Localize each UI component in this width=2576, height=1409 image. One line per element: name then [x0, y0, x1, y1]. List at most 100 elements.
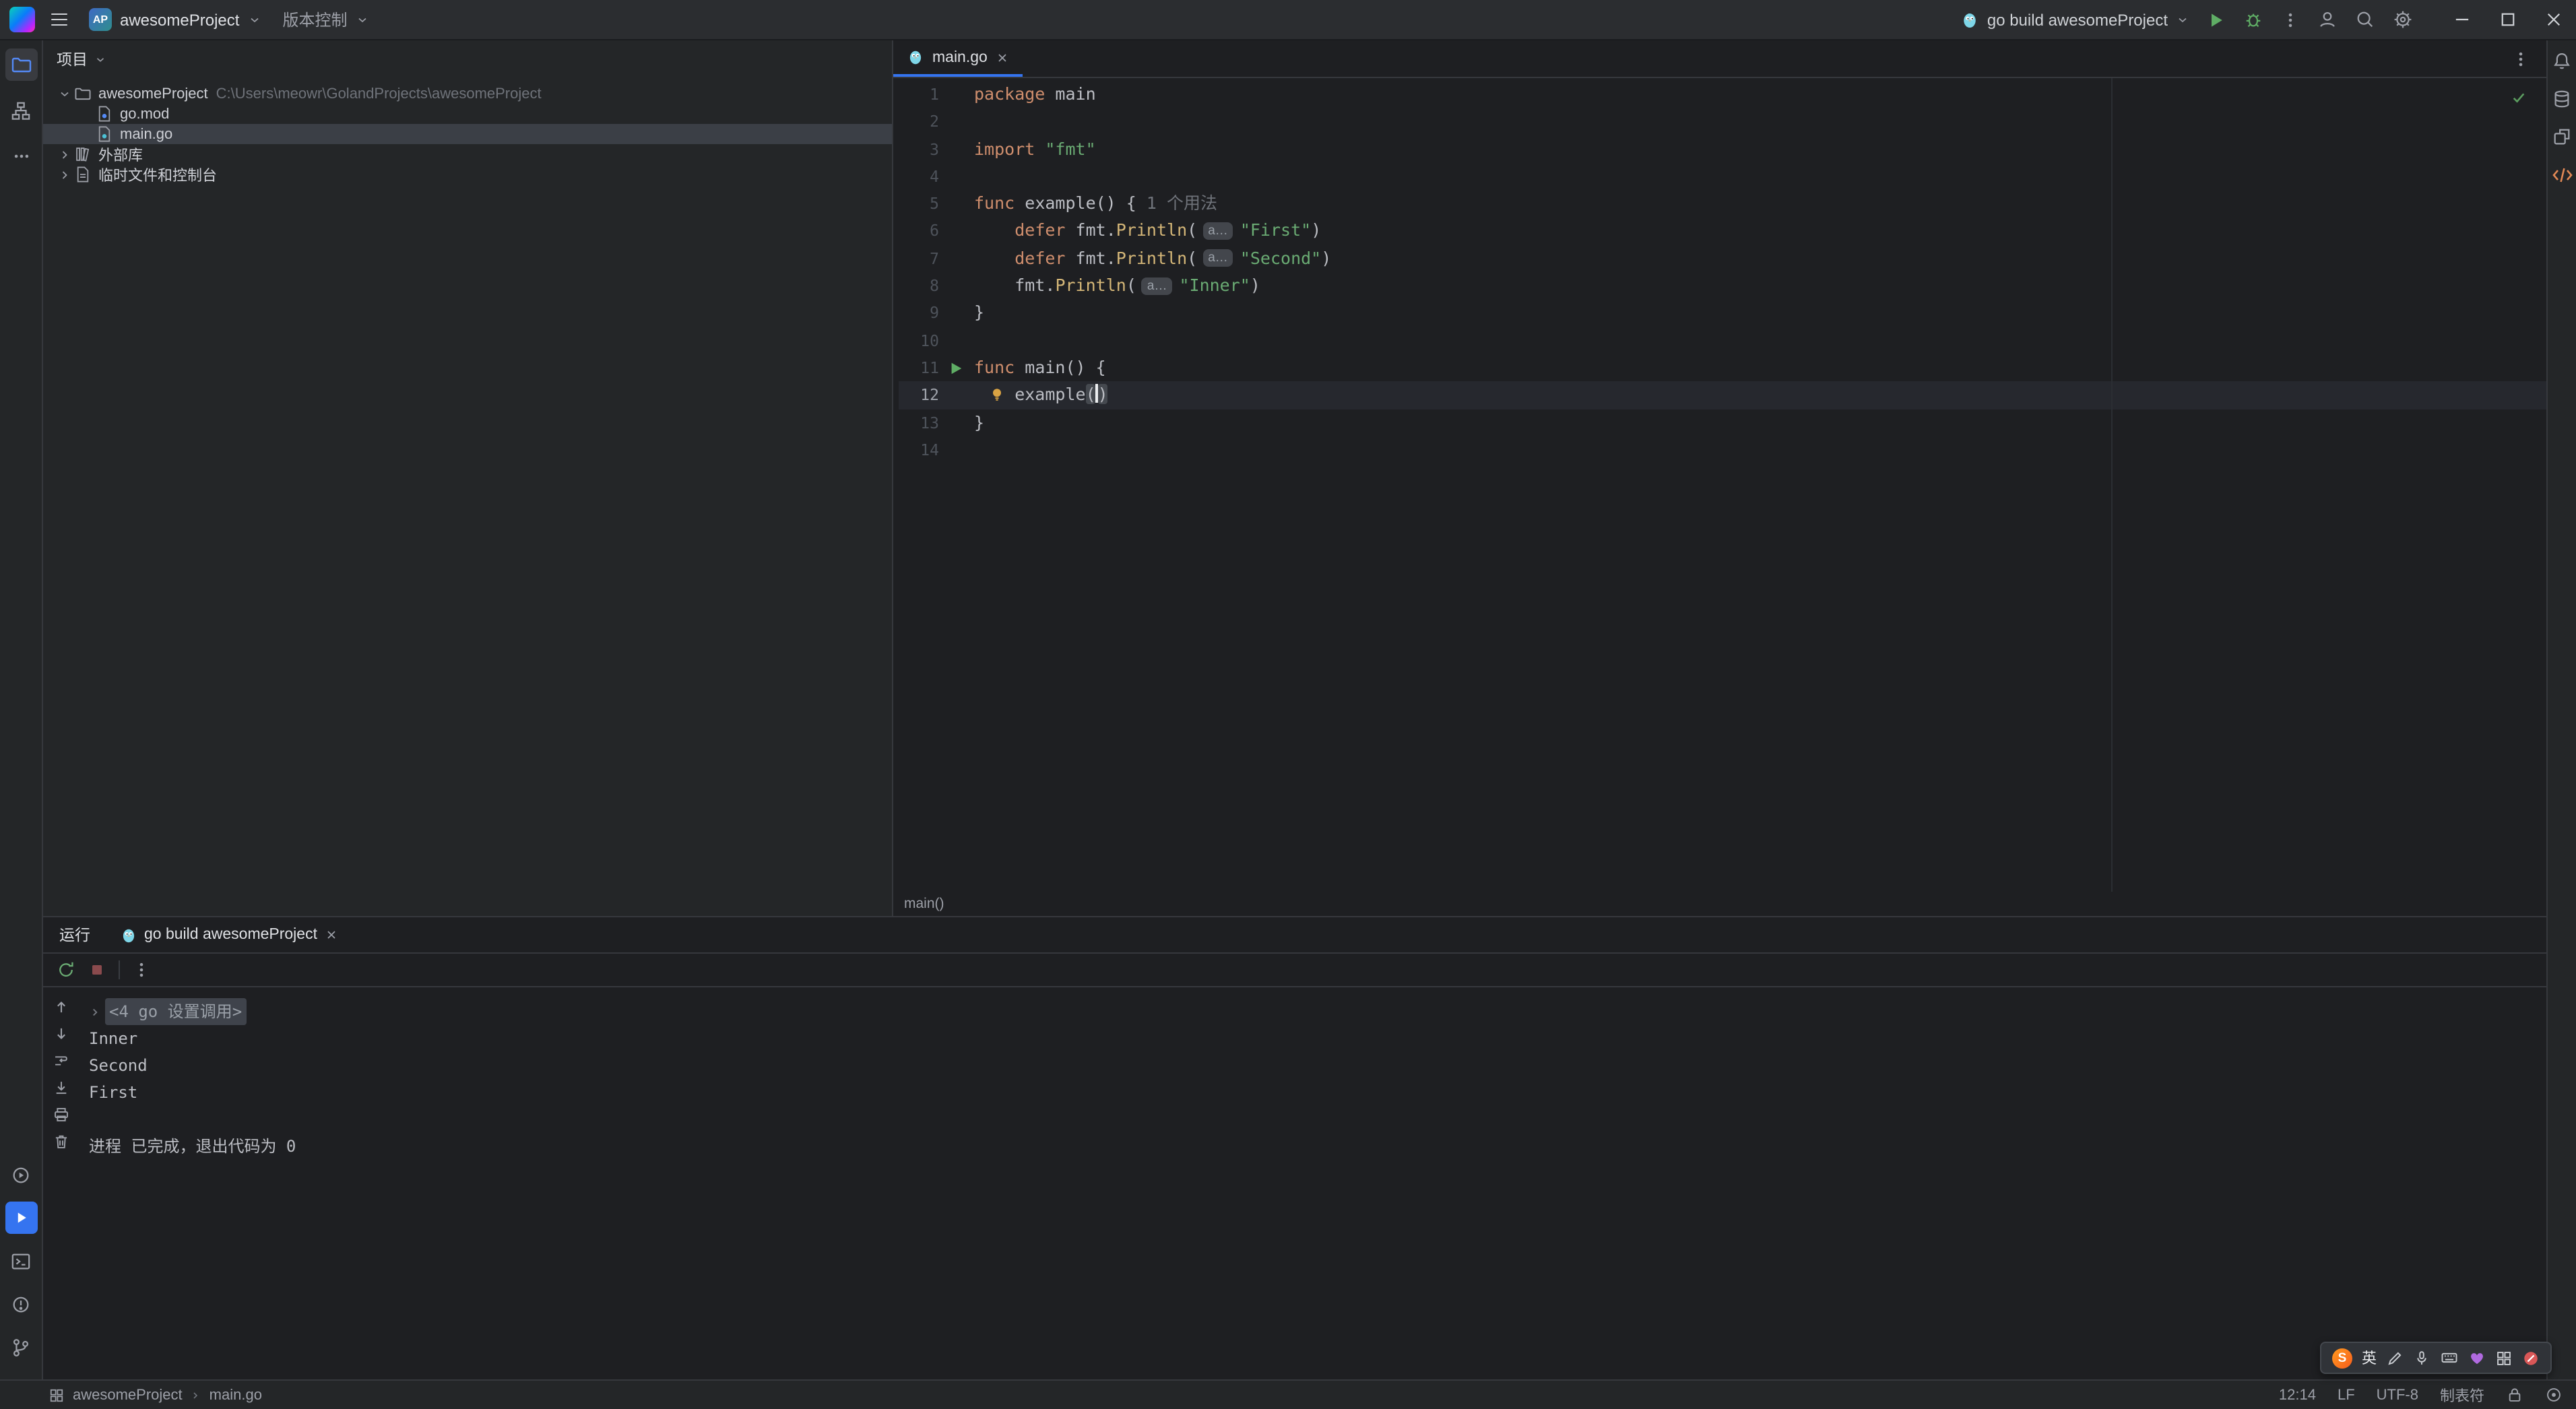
tree-item[interactable]: 临时文件和控制台	[43, 164, 892, 185]
database-icon[interactable]	[2552, 89, 2572, 109]
file-encoding[interactable]: UTF-8	[2377, 1387, 2418, 1403]
close-tab-icon[interactable]	[324, 928, 337, 942]
microphone-icon[interactable]	[2413, 1349, 2430, 1367]
code-line[interactable]: 11 func main() {	[899, 354, 2546, 382]
version-control-tool-window-button[interactable]	[5, 1331, 37, 1363]
code-line[interactable]: 10	[899, 327, 2546, 354]
project-widget[interactable]: AP awesomeProject	[84, 5, 266, 34]
skin-theme-icon[interactable]	[2468, 1349, 2486, 1367]
project-panel-header[interactable]: 项目	[43, 40, 892, 78]
scroll-to-end-button[interactable]	[50, 1076, 71, 1098]
minimize-button[interactable]	[2439, 0, 2484, 40]
jump-to-top-button[interactable]	[50, 995, 71, 1017]
close-button[interactable]	[2530, 0, 2576, 40]
project-tool-window-button[interactable]	[5, 48, 37, 81]
code-line[interactable]: 5 func example() { 1 个用法	[899, 190, 2546, 218]
rerun-button[interactable]	[57, 960, 75, 979]
run-gutter-icon[interactable]	[944, 354, 966, 382]
more-actions-button[interactable]	[2281, 10, 2300, 29]
chevron-down-icon	[358, 17, 366, 22]
code-line[interactable]: 2	[899, 108, 2546, 136]
code-line[interactable]: 1 package main	[899, 81, 2546, 108]
fold-expand-icon[interactable]	[89, 1006, 105, 1018]
maximize-button[interactable]	[2484, 0, 2530, 40]
run-options-icon[interactable]	[132, 960, 151, 979]
chevron-down-icon[interactable]	[57, 87, 73, 100]
intention-bulb-icon[interactable]	[989, 387, 1005, 403]
toolbox-grid-icon[interactable]	[2495, 1349, 2513, 1367]
services-icon	[13, 1167, 29, 1183]
run-panel-header: 运行 go build awesomeProject	[43, 917, 2546, 952]
statusbar-project[interactable]: awesomeProject	[73, 1387, 183, 1403]
sogou-logo-icon[interactable]: S	[2332, 1348, 2352, 1368]
soft-wrap-button[interactable]	[50, 1049, 71, 1071]
virtual-keyboard-icon[interactable]	[2440, 1348, 2459, 1367]
ime-settings-icon[interactable]	[2522, 1349, 2540, 1367]
inspection-ok-icon[interactable]	[2510, 89, 2527, 106]
run-configuration-selector[interactable]: go build awesomeProject	[1960, 10, 2189, 29]
cursor-position[interactable]: 12:14	[2279, 1387, 2316, 1403]
breadcrumb[interactable]: main()	[893, 892, 2546, 916]
ime-language-toggle[interactable]: 英	[2362, 1347, 2377, 1369]
run-button[interactable]	[2207, 10, 2226, 29]
console-gutter	[43, 987, 78, 1379]
indent-style[interactable]: 制表符	[2440, 1384, 2484, 1406]
print-button[interactable]	[50, 1103, 71, 1125]
jump-to-bottom-button[interactable]	[50, 1022, 71, 1044]
background-tasks-icon[interactable]	[2545, 1386, 2563, 1404]
code-line[interactable]: 8 fmt.Println(a… "Inner")	[899, 272, 2546, 300]
clear-console-button[interactable]	[50, 1130, 71, 1152]
lock-icon[interactable]	[2506, 1386, 2523, 1404]
handwriting-pen-icon[interactable]	[2386, 1349, 2404, 1367]
tree-item[interactable]: awesomeProject C:\Users\meowr\GolandProje…	[43, 84, 892, 104]
code-line[interactable]: 4	[899, 163, 2546, 191]
tree-item-path: C:\Users\meowr\GolandProjects\awesomePro…	[216, 86, 542, 102]
stop-button[interactable]	[88, 960, 106, 979]
terminal-tool-window-button[interactable]	[5, 1245, 37, 1277]
code-line[interactable]: 6 defer fmt.Println(a… "First")	[899, 218, 2546, 245]
tab-options-icon[interactable]	[2511, 49, 2530, 68]
tree-item[interactable]: go.mod	[43, 104, 892, 124]
tree-item[interactable]: 外部库	[43, 144, 892, 164]
code-line[interactable]: 14	[899, 436, 2546, 464]
close-tab-icon[interactable]	[996, 51, 1009, 64]
statusbar-file[interactable]: main.go	[210, 1387, 262, 1403]
folder-icon	[11, 57, 31, 73]
code-line[interactable]: 9}	[899, 300, 2546, 327]
more-tool-windows-button[interactable]	[5, 140, 37, 172]
line-separator[interactable]: LF	[2338, 1387, 2355, 1403]
search-icon[interactable]	[2355, 9, 2375, 30]
code-line[interactable]: 12 example()	[899, 381, 2546, 409]
code-tools-icon[interactable]	[2551, 164, 2573, 186]
gutter-slot	[944, 382, 966, 409]
main-menu-icon[interactable]	[46, 8, 73, 32]
user-account-button[interactable]	[2317, 9, 2338, 30]
settings-gear-icon[interactable]	[2393, 9, 2413, 30]
build-tool-icon[interactable]	[2552, 127, 2572, 147]
line-number: 9	[930, 303, 939, 323]
token-str: "Second"	[1239, 247, 1322, 268]
run-tool-window-button[interactable]	[5, 1202, 37, 1234]
code-line[interactable]: 3 import "fmt"	[899, 135, 2546, 163]
code-line[interactable]: 7 defer fmt.Println(a… "Second")	[899, 245, 2546, 273]
token-pl: fmt.	[1065, 220, 1116, 240]
code-line[interactable]: 13}	[899, 409, 2546, 436]
vcs-widget[interactable]: 版本控制	[277, 5, 374, 34]
chevron-right-icon[interactable]	[57, 168, 73, 181]
tree-item-label: main.go	[120, 126, 173, 142]
code-text: fmt.Println(a… "Inner")	[974, 272, 1260, 300]
chevron-right-icon[interactable]	[57, 148, 73, 161]
run-tab[interactable]: go build awesomeProject	[120, 926, 337, 944]
debug-button[interactable]	[2243, 9, 2263, 30]
services-tool-window-button[interactable]	[5, 1158, 37, 1191]
tab-main-go[interactable]: main.go	[893, 40, 1023, 77]
tree-item[interactable]: main.go	[43, 124, 892, 144]
code-area[interactable]: 1 package main 2 3 import "fmt" 4 5 func exam…	[893, 78, 2546, 892]
console-command[interactable]: <4 go 设置调用>	[105, 998, 247, 1025]
breadcrumb-item[interactable]: main()	[904, 896, 944, 912]
problems-tool-window-button[interactable]	[5, 1288, 37, 1320]
console-output[interactable]: <4 go 设置调用> Inner Second First 进程 已完成，退出代码为…	[78, 987, 2546, 1379]
notifications-bell-icon[interactable]	[2552, 51, 2572, 71]
structure-tool-window-button[interactable]	[5, 94, 37, 127]
